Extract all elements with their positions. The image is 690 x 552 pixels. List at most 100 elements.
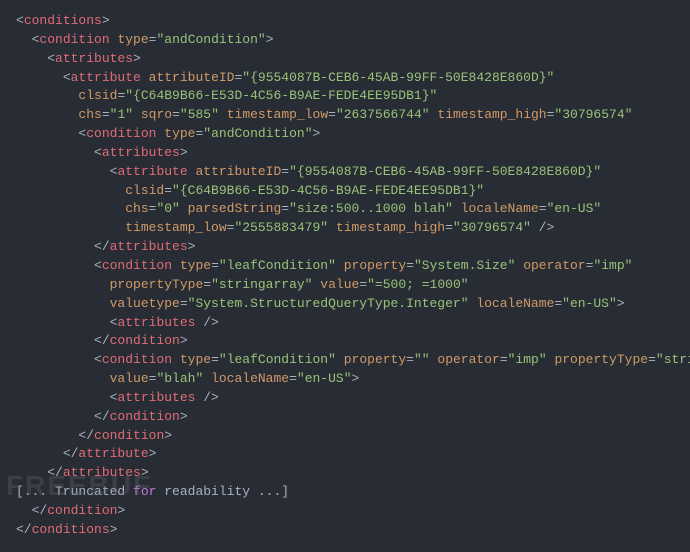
code-token: </ xyxy=(32,503,48,518)
code-token: sqro xyxy=(141,107,172,122)
code-token: > xyxy=(266,32,274,47)
code-token: </ xyxy=(94,333,110,348)
code-token: type xyxy=(180,258,211,273)
code-token: "andCondition" xyxy=(156,32,265,47)
code-token: > xyxy=(141,465,149,480)
code-token: localeName xyxy=(211,371,289,386)
code-token: value xyxy=(320,277,359,292)
code-line: <condition type="leafCondition" property… xyxy=(16,351,674,370)
code-token: timestamp_high xyxy=(336,220,445,235)
code-token: = xyxy=(102,107,110,122)
code-token: condition xyxy=(110,333,180,348)
code-line: <condition type="leafCondition" property… xyxy=(16,257,674,276)
code-line: value="blah" localeName="en-US"> xyxy=(16,370,674,389)
code-line: <attribute attributeID="{9554087B-CEB6-4… xyxy=(16,69,674,88)
code-token: = xyxy=(281,164,289,179)
code-token: = xyxy=(211,352,219,367)
code-token: < xyxy=(94,352,102,367)
code-line: valuetype="System.StructuredQueryType.In… xyxy=(16,295,674,314)
code-token: < xyxy=(94,145,102,160)
code-token: "stringarray" xyxy=(211,277,312,292)
code-token: "" xyxy=(414,352,430,367)
code-token: < xyxy=(16,13,24,28)
code-token: "blah" xyxy=(156,371,203,386)
code-token: attribute xyxy=(78,446,148,461)
code-token: < xyxy=(63,70,71,85)
code-token: "en-US" xyxy=(297,371,352,386)
code-token: "string" xyxy=(656,352,690,367)
code-token: "30796574" xyxy=(554,107,632,122)
code-token: chs xyxy=(78,107,101,122)
code-token: > xyxy=(180,333,188,348)
code-line: chs="0" parsedString="size:500..1000 bla… xyxy=(16,200,674,219)
code-token: readability ...] xyxy=(156,484,289,499)
code-token: = xyxy=(648,352,656,367)
code-line: </condition> xyxy=(16,408,674,427)
code-token: "=500; =1000" xyxy=(367,277,468,292)
code-token: timestamp_low xyxy=(227,107,328,122)
code-token: "imp" xyxy=(593,258,632,273)
code-token: condition xyxy=(94,428,164,443)
code-token: > xyxy=(133,51,141,66)
code-token: "30796574" xyxy=(453,220,531,235)
code-token xyxy=(328,220,336,235)
code-line: </condition> xyxy=(16,502,674,521)
code-token: condition xyxy=(110,409,180,424)
code-token: > xyxy=(164,428,172,443)
code-token: < xyxy=(94,258,102,273)
code-token: operator xyxy=(437,352,499,367)
code-token: /> xyxy=(195,390,218,405)
code-token: /> xyxy=(195,315,218,330)
code-line: chs="1" sqro="585" timestamp_low="263756… xyxy=(16,106,674,125)
code-line: <condition type="andCondition"> xyxy=(16,125,674,144)
code-token: localeName xyxy=(476,296,554,311)
code-token: "{C64B9B66-E53D-4C56-B9AE-FEDE4EE95DB1}" xyxy=(172,183,484,198)
code-token: "size:500..1000 blah" xyxy=(289,201,453,216)
code-line: [... Truncated for readability ...] xyxy=(16,483,674,502)
code-line: <attributes> xyxy=(16,144,674,163)
code-token: property xyxy=(344,258,406,273)
code-token: operator xyxy=(523,258,585,273)
code-token: timestamp_low xyxy=(125,220,226,235)
code-token: clsid xyxy=(125,183,164,198)
code-token: attribute xyxy=(71,70,141,85)
code-line: propertyType="stringarray" value="=500; … xyxy=(16,276,674,295)
code-token: attributes xyxy=(102,145,180,160)
code-token: > xyxy=(352,371,360,386)
code-line: </conditions> xyxy=(16,521,674,540)
code-line: <attribute attributeID="{9554087B-CEB6-4… xyxy=(16,163,674,182)
code-token: "en-US" xyxy=(562,296,617,311)
code-token: timestamp_high xyxy=(437,107,546,122)
code-token: "{C64B9B66-E53D-4C56-B9AE-FEDE4EE95DB1}" xyxy=(125,88,437,103)
code-line: </attribute> xyxy=(16,445,674,464)
code-token: = xyxy=(164,183,172,198)
code-token: [... Truncated xyxy=(16,484,133,499)
code-token: = xyxy=(203,277,211,292)
code-token: = xyxy=(211,258,219,273)
code-token: chs xyxy=(125,201,148,216)
code-token: "leafCondition" xyxy=(219,352,336,367)
code-token: > xyxy=(313,126,321,141)
code-token: attributes xyxy=(117,390,195,405)
code-token: </ xyxy=(63,446,79,461)
code-line: </condition> xyxy=(16,427,674,446)
code-token: "imp" xyxy=(508,352,547,367)
code-token: for xyxy=(133,484,156,499)
code-token: > xyxy=(180,145,188,160)
code-token: "1" xyxy=(110,107,133,122)
code-line: <attributes> xyxy=(16,50,674,69)
code-token xyxy=(203,371,211,386)
code-token: = xyxy=(500,352,508,367)
code-line: clsid="{C64B9B66-E53D-4C56-B9AE-FEDE4EE9… xyxy=(16,182,674,201)
code-token: "2555883479" xyxy=(234,220,328,235)
code-token: conditions xyxy=(24,13,102,28)
code-token: conditions xyxy=(32,522,110,537)
code-token: condition xyxy=(102,258,172,273)
code-token: = xyxy=(445,220,453,235)
code-token: localeName xyxy=(461,201,539,216)
code-token: = xyxy=(328,107,336,122)
code-token xyxy=(141,70,149,85)
code-token: "{9554087B-CEB6-45AB-99FF-50E8428E860D}" xyxy=(289,164,601,179)
code-token: type xyxy=(180,352,211,367)
code-token: </ xyxy=(94,409,110,424)
